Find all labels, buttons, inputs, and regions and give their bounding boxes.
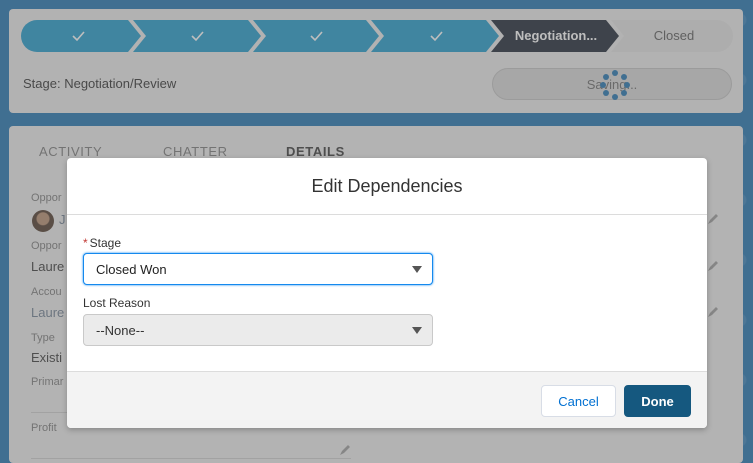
- stage-select[interactable]: Closed Won: [83, 253, 433, 285]
- cancel-button[interactable]: Cancel: [541, 385, 616, 417]
- modal-header: Edit Dependencies: [67, 158, 707, 215]
- modal-footer: Cancel Done: [67, 371, 707, 428]
- chevron-down-icon: [412, 327, 422, 334]
- stage-label-text: Stage: [89, 236, 122, 250]
- stage-field-label: * Stage: [83, 236, 121, 250]
- stage-select-value: Closed Won: [96, 261, 167, 277]
- edit-dependencies-modal: Edit Dependencies * Stage Closed Won Lost…: [67, 158, 707, 428]
- modal-title: Edit Dependencies: [311, 175, 463, 196]
- required-marker: *: [83, 236, 88, 250]
- modal-body: * Stage Closed Won Lost Reason --None--: [67, 215, 707, 371]
- lost-reason-select[interactable]: --None--: [83, 314, 433, 346]
- lost-reason-select-value: --None--: [96, 322, 145, 338]
- chevron-down-icon: [412, 266, 422, 273]
- done-button[interactable]: Done: [624, 385, 691, 417]
- lost-reason-label: Lost Reason: [83, 296, 151, 310]
